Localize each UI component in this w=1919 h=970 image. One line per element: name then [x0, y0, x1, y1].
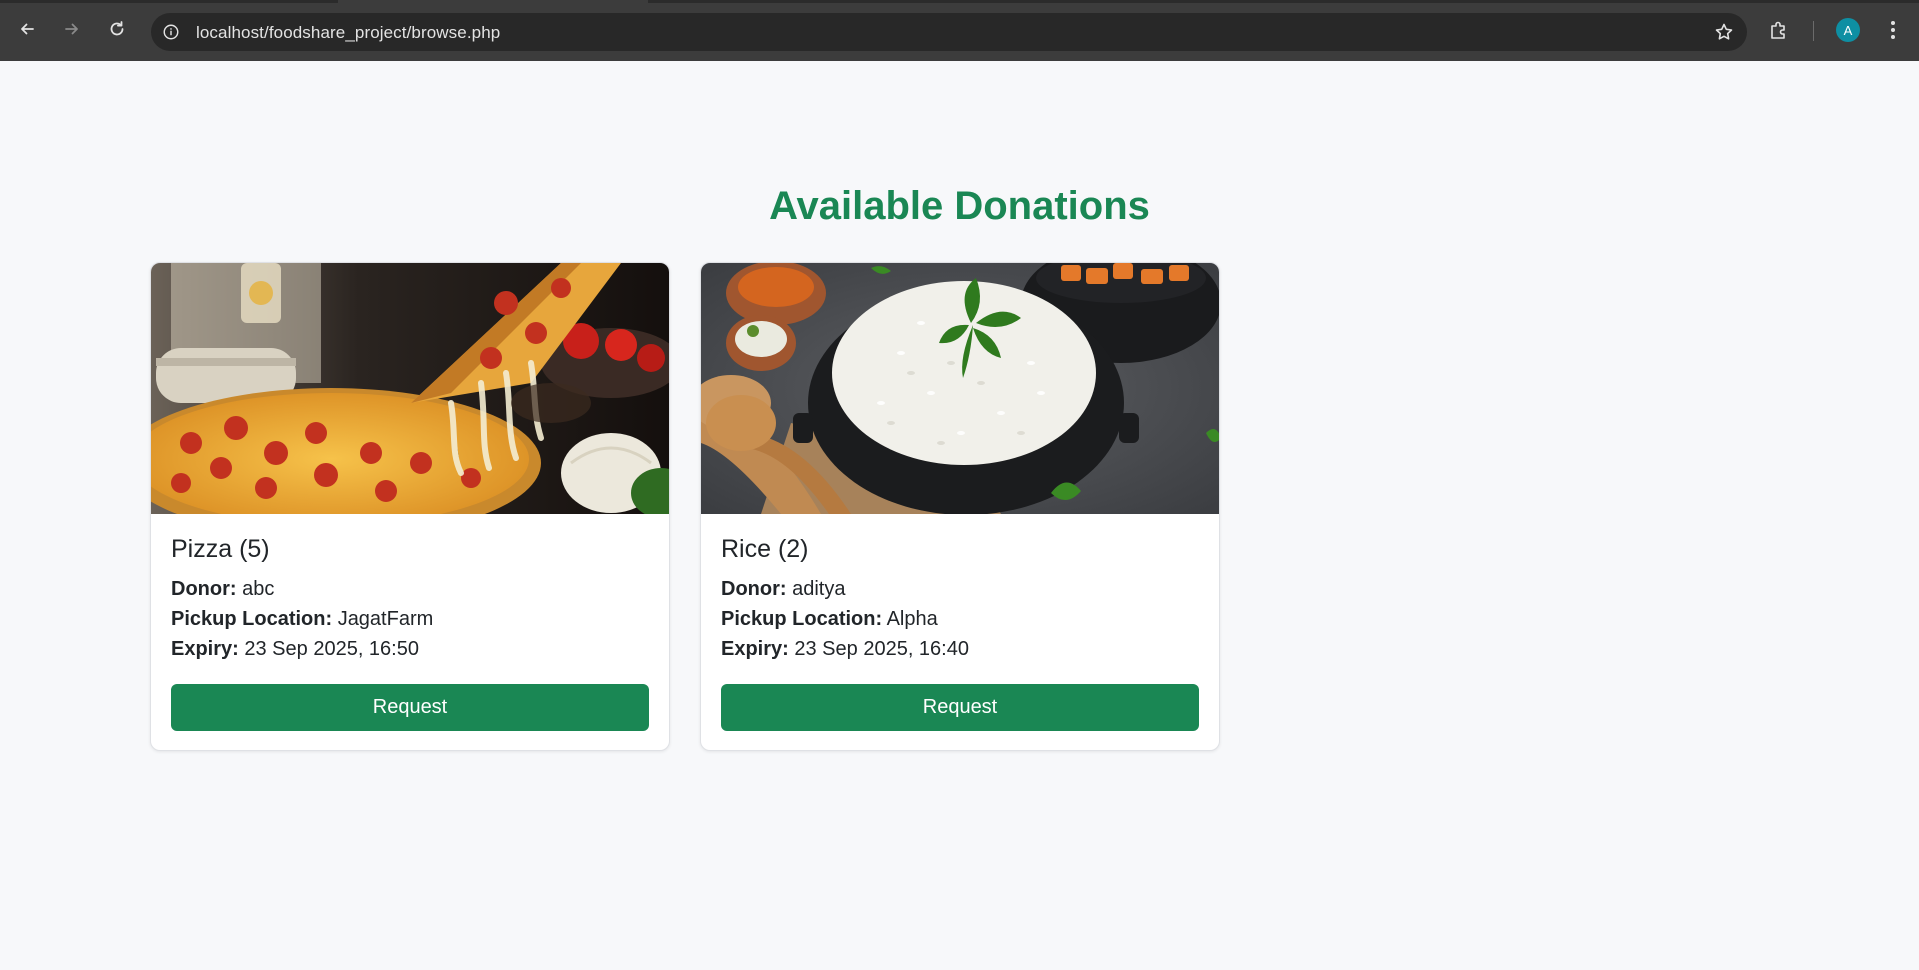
- donor-row: Donor: aditya: [721, 578, 845, 601]
- donation-title: Pizza (5): [171, 535, 270, 563]
- expiry-value: 23 Sep 2025, 16:50: [244, 638, 419, 660]
- info-icon[interactable]: [161, 22, 181, 42]
- donor-row: Donor: abc: [171, 578, 274, 601]
- expiry-row: Expiry: 23 Sep 2025, 16:40: [721, 638, 969, 661]
- pickup-location-row: Pickup Location: JagatFarm: [171, 608, 433, 631]
- donation-title: Rice (2): [721, 535, 809, 563]
- pickup-location-row: Pickup Location: Alpha: [721, 608, 938, 631]
- donor-value: abc: [242, 578, 275, 600]
- expiry-label: Expiry:: [171, 638, 239, 660]
- page-title: Available Donations: [769, 184, 1150, 228]
- star-icon[interactable]: [1713, 21, 1735, 43]
- donation-card: Pizza (5) Donor: abc Pickup Location: Ja…: [150, 262, 670, 751]
- page-content: Available Donations Pizza (5) Donor: abc…: [0, 61, 1919, 970]
- donation-card: Rice (2) Donor: aditya Pickup Location: …: [700, 262, 1220, 751]
- kebab-menu-icon[interactable]: [1883, 17, 1903, 43]
- donor-value: aditya: [792, 578, 846, 600]
- toolbar-divider: [1813, 21, 1814, 41]
- back-button[interactable]: [12, 14, 42, 44]
- expiry-label: Expiry:: [721, 638, 789, 660]
- expiry-value: 23 Sep 2025, 16:40: [794, 638, 969, 660]
- pizza-photo: [151, 263, 669, 514]
- request-button[interactable]: Request: [171, 684, 649, 731]
- reload-button[interactable]: [102, 14, 132, 44]
- profile-avatar[interactable]: A: [1836, 18, 1860, 42]
- forward-button[interactable]: [57, 14, 87, 44]
- pickup-location-value: JagatFarm: [337, 608, 434, 630]
- expiry-row: Expiry: 23 Sep 2025, 16:50: [171, 638, 419, 661]
- pickup-location-label: Pickup Location:: [721, 608, 883, 630]
- browser-toolbar: localhost/foodshare_project/browse.php A: [0, 0, 1919, 61]
- rice-photo: [701, 263, 1219, 514]
- puzzle-icon[interactable]: [1766, 17, 1792, 43]
- arrow-left-icon: [21, 23, 34, 35]
- reload-icon: [110, 21, 124, 36]
- arrow-right-icon: [65, 23, 78, 35]
- donor-label: Donor:: [721, 578, 787, 600]
- tab-strip: [0, 0, 1919, 3]
- url-text[interactable]: localhost/foodshare_project/browse.php: [196, 23, 500, 43]
- pickup-location-value: Alpha: [886, 608, 938, 630]
- request-button[interactable]: Request: [721, 684, 1199, 731]
- donor-label: Donor:: [171, 578, 237, 600]
- pickup-location-label: Pickup Location:: [171, 608, 333, 630]
- address-bar[interactable]: localhost/foodshare_project/browse.php: [151, 13, 1747, 51]
- active-tab[interactable]: [338, 0, 648, 3]
